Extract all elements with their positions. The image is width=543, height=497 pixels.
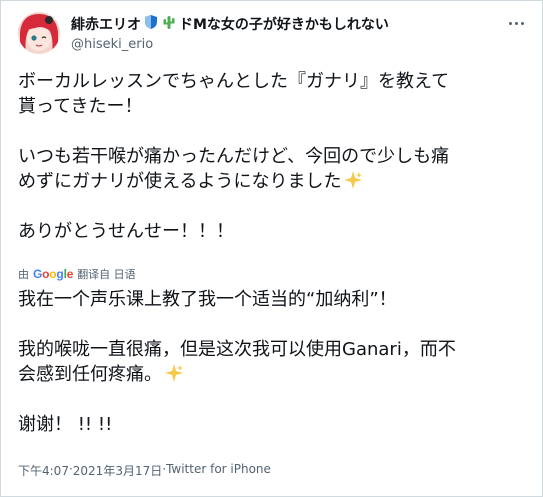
sparkles-emoji-icon	[164, 363, 184, 383]
google-logo-icon: Google	[33, 267, 74, 281]
more-dots-icon[interactable]	[506, 16, 526, 30]
ja-line: ボーカルレッスンでちゃんとした『ガナリ』を教えて	[18, 71, 450, 92]
shield-emoji-icon	[143, 14, 159, 34]
ja-line: 貰ってきたー！	[18, 96, 143, 117]
translation-attribution: 由 Google 翻译自 日语	[18, 265, 136, 283]
tweet-card: 緋赤エリオ ドMな女の子が好きかもしれない @hiseki_erio ボーカルレ…	[0, 0, 543, 497]
tweet-date[interactable]: 2021年3月17日	[73, 462, 162, 479]
tweet-time[interactable]: 下午4:07	[18, 462, 69, 479]
translate-source-link[interactable]: 翻译自 日语	[77, 266, 136, 282]
ja-line: ありがとうせんせー！！！	[18, 221, 234, 242]
tweet-header: 緋赤エリオ ドMな女の子が好きかもしれない @hiseki_erio	[18, 12, 528, 56]
ja-line: いつも若干喉が痛かったんだけど、今回ので少しも痛	[18, 146, 450, 167]
zh-line: 会感到任何疼痛。	[18, 364, 162, 385]
display-name-row[interactable]: 緋赤エリオ ドMな女の子が好きかもしれない	[71, 14, 389, 34]
sparkles-emoji-icon	[343, 170, 363, 190]
tweet-footer: 下午4:07 · 2021年3月17日 · Twitter for iPhone	[18, 462, 271, 479]
ja-line-with-emoji: めずにガナリが使えるようになりました	[18, 169, 528, 194]
display-name-suffix[interactable]: ドMな女の子が好きかもしれない	[179, 14, 389, 34]
cactus-emoji-icon	[161, 14, 177, 34]
zh-line: 我在一个声乐课上教了我一个适当的“加纳利”！	[18, 289, 397, 310]
zh-line: 谢谢！ !! !!	[18, 414, 113, 435]
avatar[interactable]	[18, 12, 60, 54]
translate-prefix: 由	[18, 268, 29, 281]
tweet-source[interactable]: Twitter for iPhone	[166, 462, 271, 479]
ja-line: めずにガナリが使えるようになりました	[18, 171, 342, 192]
zh-line: 我的喉咙一直很痛，但是这次我可以使用Ganari，而不	[18, 339, 456, 360]
tweet-text-translated: 我在一个声乐课上教了我一个适当的“加纳利”！ 我的喉咙一直很痛，但是这次我可以使…	[18, 287, 528, 437]
tweet-text-original: ボーカルレッスンでちゃんとした『ガナリ』を教えて 貰ってきたー！ いつも若干喉が…	[18, 69, 528, 244]
zh-line-with-emoji: 会感到任何疼痛。	[18, 362, 528, 387]
user-handle[interactable]: @hiseki_erio	[71, 37, 389, 52]
display-name-prefix[interactable]: 緋赤エリオ	[71, 14, 141, 34]
user-names: 緋赤エリオ ドMな女の子が好きかもしれない @hiseki_erio	[71, 14, 389, 52]
